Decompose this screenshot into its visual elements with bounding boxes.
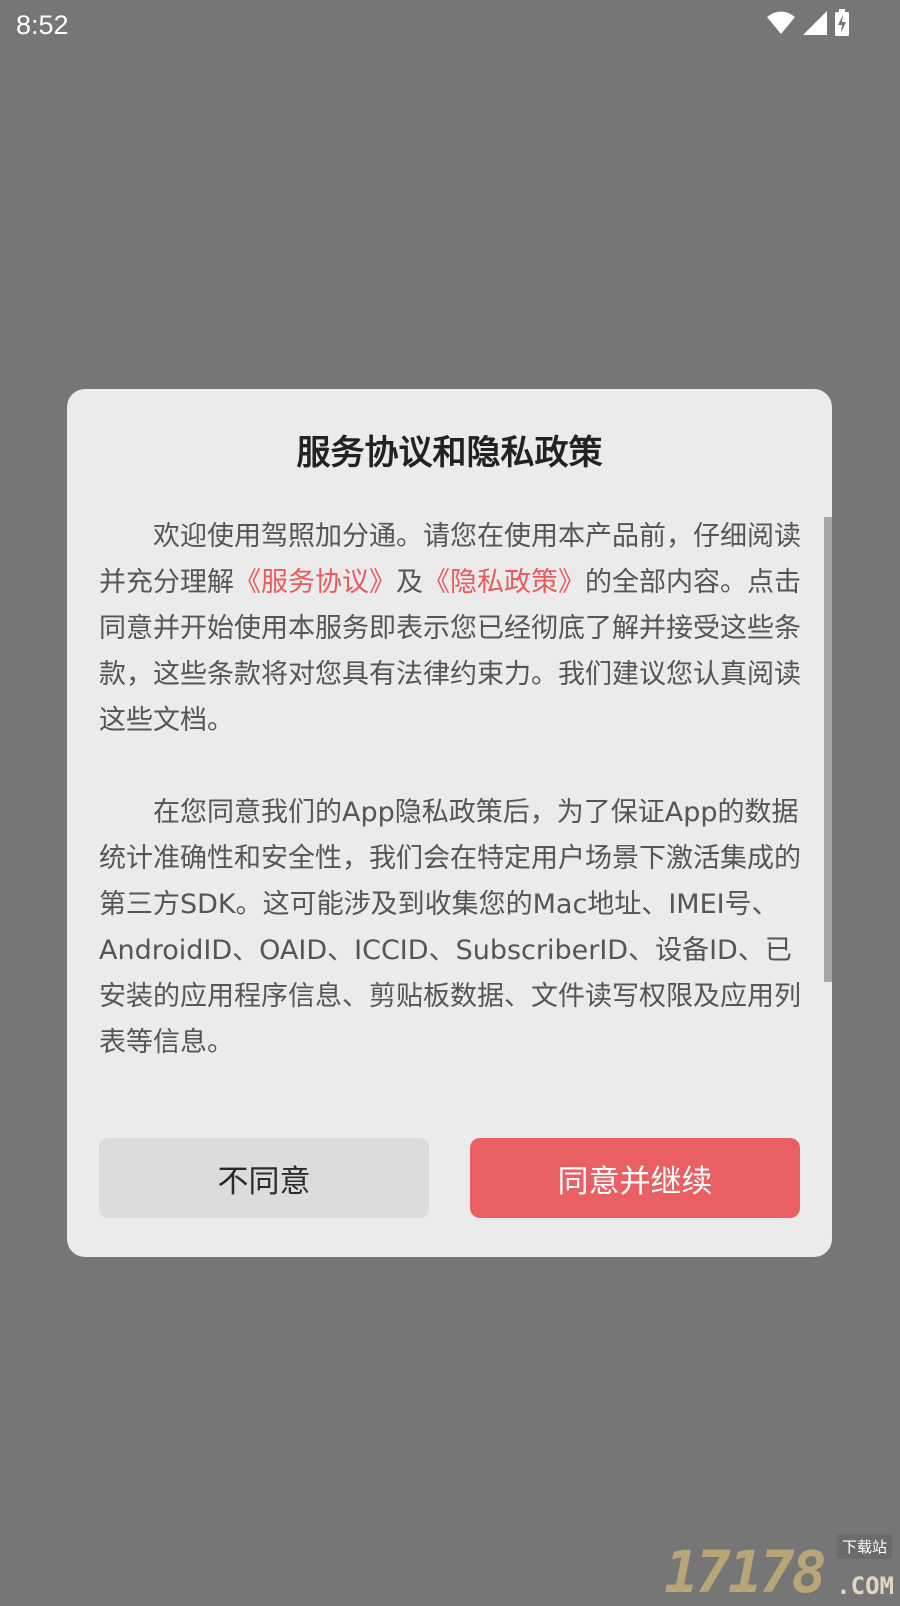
dialog-title: 服务协议和隐私政策 xyxy=(67,431,832,475)
status-bar: 8:52 xyxy=(0,0,900,50)
battery-charging-icon xyxy=(834,9,850,41)
watermark-digits: 17178 xyxy=(664,1538,824,1606)
disagree-button[interactable]: 不同意 xyxy=(99,1138,429,1218)
paragraph-sdk-notice: 在您同意我们的App隐私政策后，为了保证App的数据统计准确性和安全性，我们会在… xyxy=(99,790,804,1066)
privacy-dialog: 服务协议和隐私政策 欢迎使用驾照加分通。请您在使用本产品前，仔细阅读并充分理解《… xyxy=(67,389,832,1257)
service-agreement-link[interactable]: 《服务协议》 xyxy=(234,567,396,598)
status-time: 8:52 xyxy=(16,8,69,42)
dialog-scrollbar[interactable] xyxy=(824,517,832,982)
cellular-signal-icon xyxy=(802,10,828,40)
site-watermark-logo: 17178 .COM 下载站 xyxy=(664,1534,894,1600)
agree-continue-button[interactable]: 同意并继续 xyxy=(470,1138,800,1218)
paragraph-text-mid: 及 xyxy=(396,567,423,598)
watermark-badge: 下载站 xyxy=(837,1534,892,1559)
paragraph-agreement: 欢迎使用驾照加分通。请您在使用本产品前，仔细阅读并充分理解《服务协议》及《隐私政… xyxy=(99,514,804,744)
wifi-icon xyxy=(766,11,796,39)
privacy-policy-link[interactable]: 《隐私政策》 xyxy=(423,567,585,598)
watermark-suffix: .COM xyxy=(836,1572,894,1600)
dialog-body[interactable]: 欢迎使用驾照加分通。请您在使用本产品前，仔细阅读并充分理解《服务协议》及《隐私政… xyxy=(99,514,804,1066)
status-icons xyxy=(766,10,850,40)
